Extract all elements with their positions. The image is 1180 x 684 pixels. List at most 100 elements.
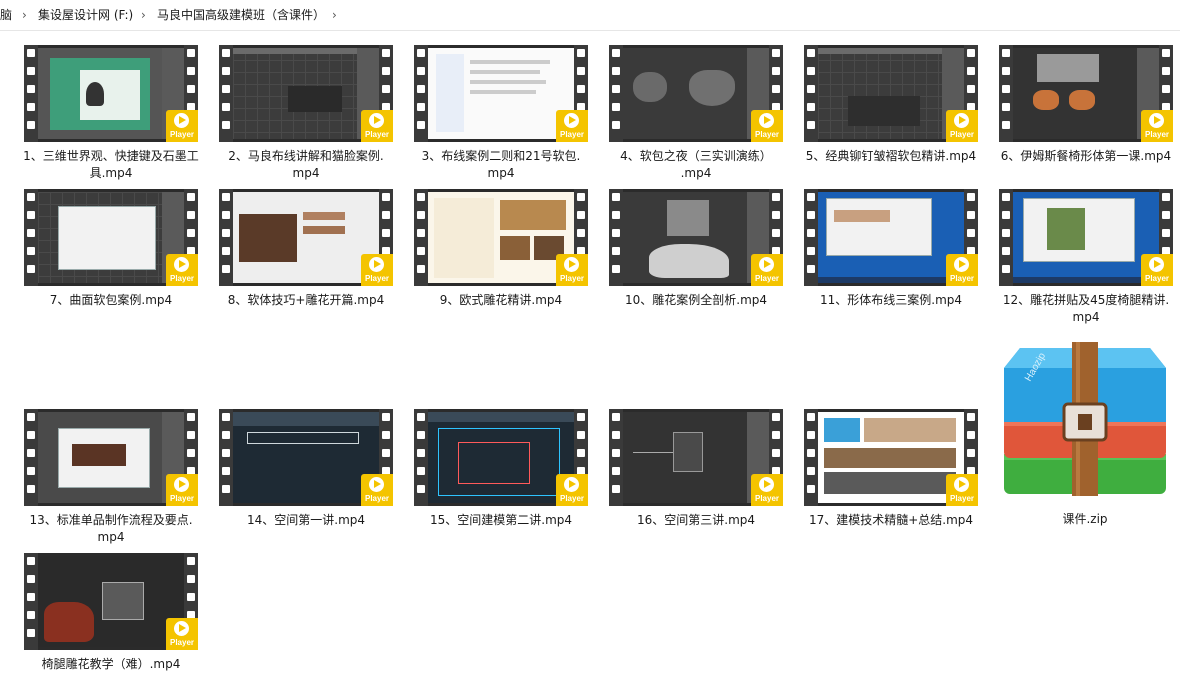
film-hole xyxy=(612,449,620,457)
file-name: 1、三维世界观、快捷键及石墨工 具.mp4 xyxy=(20,148,202,182)
film-hole xyxy=(807,193,815,201)
video-thumbnail: Player xyxy=(24,45,198,142)
film-hole xyxy=(577,431,585,439)
film-hole xyxy=(577,67,585,75)
film-hole xyxy=(417,247,425,255)
film-hole xyxy=(27,593,35,601)
film-hole xyxy=(417,211,425,219)
film-hole xyxy=(187,413,195,421)
chevron-right-icon[interactable]: › xyxy=(332,0,337,30)
film-hole xyxy=(187,593,195,601)
film-hole xyxy=(27,211,35,219)
film-hole xyxy=(187,67,195,75)
film-hole xyxy=(27,103,35,111)
film-hole xyxy=(27,229,35,237)
film-hole xyxy=(612,265,620,273)
film-hole xyxy=(577,229,585,237)
file-name: 11、形体布线三案例.mp4 xyxy=(800,292,982,309)
film-hole xyxy=(612,211,620,219)
breadcrumb-item-computer[interactable]: 脑 xyxy=(0,0,12,30)
film-strip xyxy=(609,189,623,286)
breadcrumb-item-folder[interactable]: 马良中国高级建模班（含课件） xyxy=(157,0,325,30)
film-hole xyxy=(612,485,620,493)
film-hole xyxy=(1002,229,1010,237)
film-hole xyxy=(222,247,230,255)
film-hole xyxy=(967,431,975,439)
film-strip xyxy=(804,45,818,142)
film-strip xyxy=(219,45,233,142)
film-hole xyxy=(772,413,780,421)
film-hole xyxy=(612,467,620,475)
film-hole xyxy=(1002,121,1010,129)
film-hole xyxy=(612,85,620,93)
video-thumbnail: Player xyxy=(219,409,393,506)
film-hole xyxy=(772,431,780,439)
film-hole xyxy=(222,413,230,421)
film-hole xyxy=(612,193,620,201)
film-hole xyxy=(417,85,425,93)
breadcrumb-item-drive[interactable]: 集设屋设计网 (F:) xyxy=(38,0,133,30)
film-hole xyxy=(222,67,230,75)
film-hole xyxy=(807,485,815,493)
film-hole xyxy=(1002,67,1010,75)
player-badge-icon: Player xyxy=(946,110,978,142)
film-hole xyxy=(417,67,425,75)
film-hole xyxy=(967,413,975,421)
film-hole xyxy=(417,431,425,439)
film-hole xyxy=(187,431,195,439)
film-hole xyxy=(417,449,425,457)
film-strip xyxy=(609,45,623,142)
film-hole xyxy=(1162,193,1170,201)
film-hole xyxy=(807,211,815,219)
film-hole xyxy=(222,49,230,57)
film-hole xyxy=(612,413,620,421)
film-hole xyxy=(807,265,815,273)
film-hole xyxy=(967,229,975,237)
film-hole xyxy=(807,413,815,421)
film-hole xyxy=(967,67,975,75)
film-hole xyxy=(967,211,975,219)
film-hole xyxy=(1002,247,1010,255)
film-hole xyxy=(417,229,425,237)
file-name-line1: 椅腿雕花教学（难）.mp4 xyxy=(41,657,181,671)
film-hole xyxy=(577,211,585,219)
film-hole xyxy=(382,49,390,57)
film-hole xyxy=(772,211,780,219)
film-hole xyxy=(772,193,780,201)
player-badge-icon: Player xyxy=(556,254,588,286)
film-hole xyxy=(807,121,815,129)
film-hole xyxy=(187,449,195,457)
film-strip xyxy=(999,189,1013,286)
film-hole xyxy=(27,247,35,255)
film-hole xyxy=(967,193,975,201)
zip-file-item[interactable]: Haozip 课件.zip xyxy=(1000,342,1170,542)
file-name-line1: 9、欧式雕花精讲.mp4 xyxy=(439,293,563,307)
video-thumbnail: Player xyxy=(24,409,198,506)
video-thumbnail: Player xyxy=(609,45,783,142)
film-hole xyxy=(417,467,425,475)
film-hole xyxy=(222,485,230,493)
film-hole xyxy=(382,431,390,439)
video-thumbnail: Player xyxy=(609,409,783,506)
file-name: 2、马良布线讲解和猫脸案例. mp4 xyxy=(215,148,397,182)
film-strip xyxy=(414,409,428,506)
film-hole xyxy=(187,557,195,565)
film-hole xyxy=(27,629,35,637)
film-hole xyxy=(1002,103,1010,111)
film-hole xyxy=(1002,211,1010,219)
film-hole xyxy=(187,85,195,93)
film-hole xyxy=(222,193,230,201)
film-hole xyxy=(27,85,35,93)
film-strip xyxy=(24,553,38,650)
film-strip xyxy=(24,409,38,506)
film-hole xyxy=(772,449,780,457)
film-strip xyxy=(609,409,623,506)
video-thumbnail: Player xyxy=(804,409,978,506)
film-hole xyxy=(807,85,815,93)
film-hole xyxy=(222,449,230,457)
film-hole xyxy=(612,121,620,129)
player-badge-icon: Player xyxy=(751,474,783,506)
file-name: 17、建模技术精髓+总结.mp4 xyxy=(800,512,982,529)
film-strip xyxy=(24,189,38,286)
file-name: 4、软包之夜（三实训演练） .mp4 xyxy=(605,148,787,182)
